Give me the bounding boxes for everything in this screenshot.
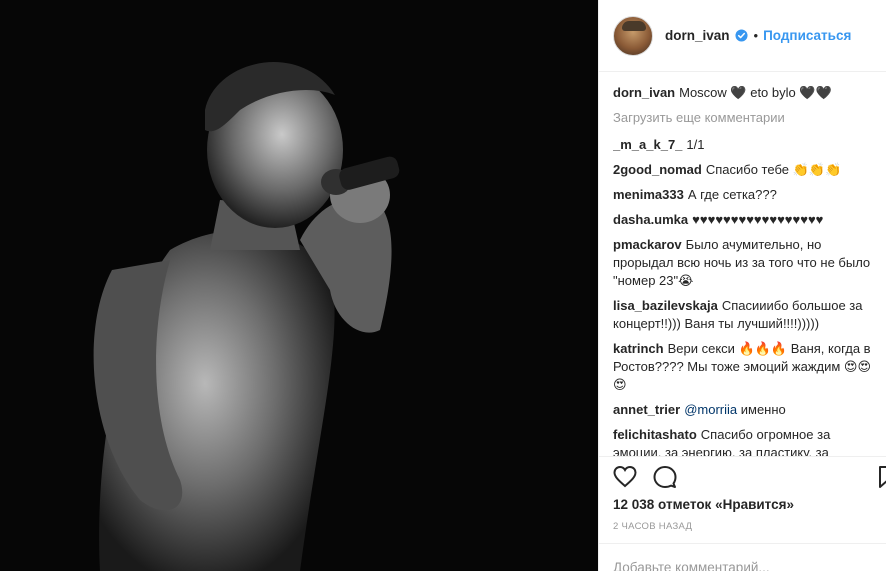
comment-username[interactable]: katrinch <box>613 341 664 356</box>
comment-username[interactable]: dasha.umka <box>613 212 688 227</box>
post-timestamp[interactable]: 2 ЧАСОВ НАЗАД <box>613 521 692 532</box>
comment: pmackarov Было ачумительно, но прорыдал в… <box>613 236 881 290</box>
comment: dasha.umka ♥♥♥♥♥♥♥♥♥♥♥♥♥♥♥♥♥ <box>613 211 881 229</box>
action-bar <box>599 456 886 496</box>
post-photo[interactable] <box>0 0 598 571</box>
comment-text: ♥♥♥♥♥♥♥♥♥♥♥♥♥♥♥♥♥ <box>692 212 824 227</box>
comment: lisa_bazilevskaja Спасииибо большое за ко… <box>613 297 881 333</box>
add-comment-input[interactable]: Добавьте комментарий... <box>599 543 886 571</box>
separator-dot: • <box>753 28 759 43</box>
comment: 2good_nomad Спасибо тебе 👏👏👏 <box>613 161 881 179</box>
comment-username[interactable]: felichitashato <box>613 427 697 442</box>
caption-text: Moscow 🖤 eto bylo 🖤🖤 <box>679 85 832 100</box>
comment-text: Спасибо тебе 👏👏👏 <box>705 162 842 177</box>
comment-mention[interactable]: @morriia <box>684 402 737 417</box>
comment: felichitashato Спасибо огромное за эмоции… <box>613 426 881 456</box>
comment-username[interactable]: 2good_nomad <box>613 162 702 177</box>
likes-count[interactable]: 12 038 отметок «Нравится» <box>613 497 794 512</box>
comment-icon[interactable] <box>653 465 677 489</box>
comment-username[interactable]: pmackarov <box>613 237 682 252</box>
bookmark-icon[interactable] <box>878 465 886 489</box>
follow-button[interactable]: Подписаться <box>763 28 851 43</box>
load-more-comments-button[interactable]: Загрузить еще комментарии <box>613 109 881 127</box>
heart-icon[interactable] <box>613 465 637 489</box>
post-sidebar: dorn_ivan • Подписаться dorn_ivan Moscow … <box>598 0 886 571</box>
comment-username[interactable]: annet_trier <box>613 402 680 417</box>
comment-username[interactable]: _m_a_k_7_ <box>613 137 682 152</box>
comment-text: А где сетка??? <box>687 187 777 202</box>
concert-photo-illustration <box>0 0 598 571</box>
post-header: dorn_ivan • Подписаться <box>599 0 886 72</box>
comment: menima333 А где сетка??? <box>613 186 881 204</box>
caption-username[interactable]: dorn_ivan <box>613 85 675 100</box>
comment: _m_a_k_7_ 1/1 <box>613 136 881 154</box>
comment: annet_trier @morriia именно <box>613 401 881 419</box>
comment-username[interactable]: menima333 <box>613 187 684 202</box>
comment-text: именно <box>740 402 786 417</box>
author-username[interactable]: dorn_ivan <box>665 28 730 43</box>
avatar[interactable] <box>613 15 653 56</box>
comment-username[interactable]: lisa_bazilevskaja <box>613 298 718 313</box>
caption: dorn_ivan Moscow 🖤 eto bylo 🖤🖤 <box>613 84 881 102</box>
verified-badge-icon <box>734 29 748 42</box>
comments-list[interactable]: dorn_ivan Moscow 🖤 eto bylo 🖤🖤 Загрузить … <box>613 84 881 456</box>
comment: katrinch Вери секси 🔥🔥🔥 Ваня, когда в Рос… <box>613 340 881 394</box>
comment-text: 1/1 <box>686 137 705 152</box>
